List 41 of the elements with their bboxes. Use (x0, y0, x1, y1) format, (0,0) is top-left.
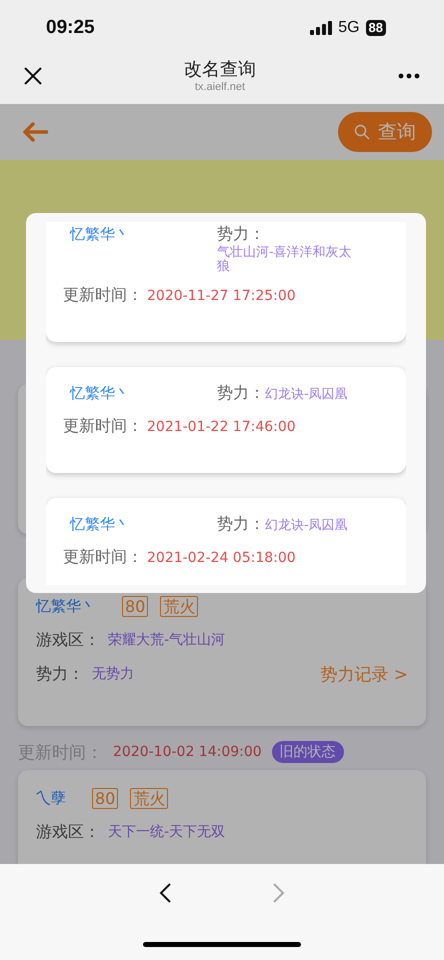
back-icon[interactable] (158, 882, 172, 904)
tag: 80 (92, 788, 118, 808)
tag: 荒火 (130, 788, 168, 808)
faction-label: 势力： (217, 382, 265, 404)
faction-history-link[interactable]: 势力记录 > (320, 662, 408, 686)
update-time-label: 更新时间： (63, 547, 143, 566)
page-title: 改名查询 (184, 59, 256, 81)
player-name: 忆繁华丶 (68, 383, 131, 404)
more-icon[interactable] (398, 73, 420, 79)
faction-label: 势力： (217, 513, 265, 535)
zone-label: 游戏区： (36, 630, 100, 650)
signal-icon (310, 21, 332, 35)
page-url: tx.aielf.net (194, 81, 246, 93)
update-time: 2020-10-02 14:09:00 (113, 744, 262, 760)
search-icon (354, 124, 370, 140)
faction-value: 无势力 (92, 665, 134, 683)
status-time: 09:25 (46, 17, 95, 39)
close-icon[interactable] (24, 67, 42, 85)
status-badge: 旧的状态 (272, 741, 344, 763)
update-time: 2020-11-27 17:25:00 (147, 288, 296, 304)
player-name: 忆繁华丶 (68, 224, 131, 245)
player-name: 乀孽 (36, 788, 66, 808)
update-time-label: 更新时间： (63, 416, 143, 435)
battery-level: 88 (366, 20, 386, 36)
update-time: 2021-02-24 05:18:00 (147, 550, 296, 566)
zone-value: 天下一统-天下无双 (108, 823, 226, 841)
faction-label: 势力： (36, 664, 84, 684)
zone-label: 游戏区： (36, 822, 100, 842)
update-time-label: 更新时间： (63, 285, 143, 304)
tag: 80 (122, 596, 148, 616)
player-name: 忆繁华丶 (68, 514, 131, 535)
network-label: 5G (338, 19, 360, 37)
search-button[interactable]: 查询 (338, 112, 432, 152)
faction-value: 气壮山河-喜洋洋和灰太狼 (217, 246, 353, 274)
player-name: 忆繁华丶 (36, 596, 96, 616)
update-time: 2021-01-22 17:46:00 (147, 419, 296, 435)
tag: 荒火 (160, 596, 198, 616)
zone-value: 荣耀大荒-气壮山河 (108, 631, 226, 649)
faction-label: 势力： (217, 223, 265, 245)
faction-value: 幻龙诀-凤囚凰 (265, 388, 348, 402)
faction-value: 幻龙诀-凤囚凰 (265, 519, 348, 533)
